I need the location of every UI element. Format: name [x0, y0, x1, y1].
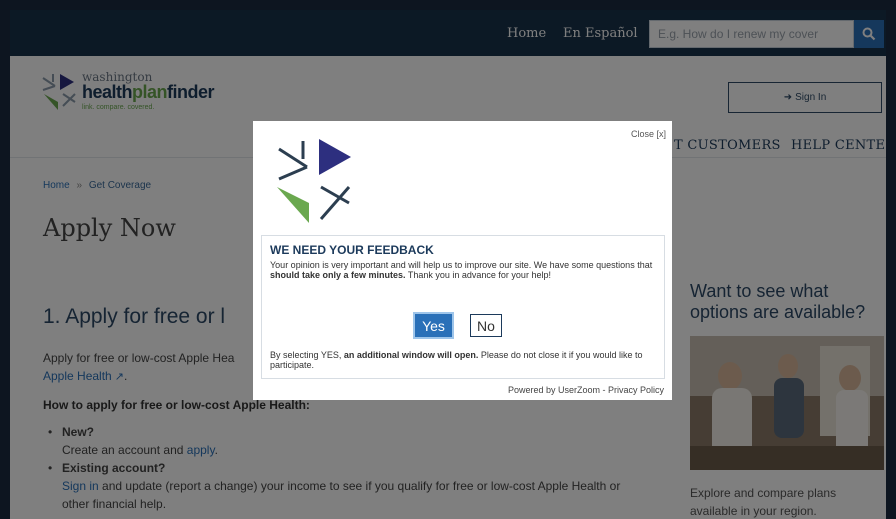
feedback-note-text: By selecting YES, — [270, 350, 344, 360]
close-button[interactable]: Close [x] — [631, 129, 666, 139]
starburst-logo-icon — [277, 139, 351, 223]
powered-by-link[interactable]: Powered by UserZoom - Privacy Policy — [508, 385, 664, 395]
feedback-title: WE NEED YOUR FEEDBACK — [270, 243, 434, 257]
feedback-modal: Close [x] WE NEED YOUR FEEDBACK Your opi… — [253, 121, 672, 400]
feedback-body-bold: should take only a few minutes. — [270, 270, 406, 280]
feedback-body-end: Thank you in advance for your help! — [405, 270, 551, 280]
feedback-note-bold: an additional window will open. — [343, 350, 479, 360]
modal-logo — [273, 137, 353, 230]
feedback-box: WE NEED YOUR FEEDBACK Your opinion is ve… — [261, 235, 665, 379]
feedback-note: By selecting YES, an additional window w… — [270, 350, 655, 370]
yes-button[interactable]: Yes — [413, 312, 454, 339]
no-button[interactable]: No — [470, 314, 502, 337]
feedback-body-text: Your opinion is very important and will … — [270, 260, 653, 270]
feedback-body: Your opinion is very important and will … — [270, 260, 655, 280]
